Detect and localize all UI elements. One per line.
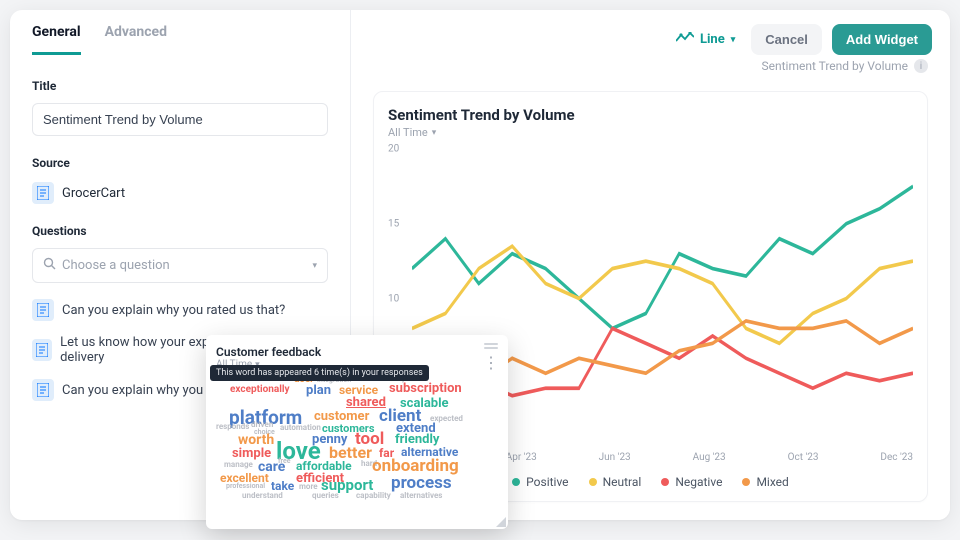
chevron-down-icon: ▾ bbox=[312, 261, 317, 271]
chart-range-label: All Time bbox=[388, 126, 428, 139]
chart-type-label: Line bbox=[700, 32, 725, 47]
preview-header: Line ▾ Cancel Add Widget bbox=[351, 10, 950, 55]
file-icon bbox=[32, 299, 54, 321]
cancel-button[interactable]: Cancel bbox=[751, 24, 822, 55]
chart-range-select[interactable]: All Time ▾ bbox=[388, 126, 913, 139]
title-label: Title bbox=[32, 79, 328, 93]
chevron-down-icon: ▾ bbox=[432, 128, 437, 138]
wordcloud-word[interactable]: automation bbox=[280, 423, 321, 432]
question-placeholder: Choose a question bbox=[62, 258, 170, 273]
chart-title: Sentiment Trend by Volume bbox=[388, 106, 913, 124]
wordcloud-title: Customer feedback bbox=[216, 345, 321, 359]
search-icon bbox=[43, 257, 56, 274]
series-positive bbox=[412, 186, 913, 328]
tab-general[interactable]: General bbox=[32, 24, 81, 55]
y-tick: 10 bbox=[388, 293, 399, 304]
wordcloud-card[interactable]: Customer feedback All Time ▾ ⋮ userinteg… bbox=[206, 335, 508, 529]
add-widget-button[interactable]: Add Widget bbox=[832, 24, 932, 55]
chevron-down-icon: ▾ bbox=[731, 35, 736, 45]
legend-label: Mixed bbox=[756, 475, 788, 489]
wordcloud-word[interactable]: alternatives bbox=[400, 491, 442, 500]
legend-positive: Positive bbox=[512, 475, 568, 489]
wordcloud-word[interactable]: manage bbox=[224, 460, 253, 469]
preview-label-row: Sentiment Trend by Volume i bbox=[351, 55, 950, 73]
x-tick: Aug '23 bbox=[693, 452, 726, 463]
legend-label: Positive bbox=[526, 475, 568, 489]
x-tick: Dec '23 bbox=[880, 452, 913, 463]
question-select[interactable]: Choose a question ▾ bbox=[32, 248, 328, 283]
drag-handle-icon[interactable] bbox=[484, 343, 498, 349]
legend-neutral: Neutral bbox=[589, 475, 642, 489]
wordcloud-word[interactable]: queries bbox=[312, 491, 339, 500]
chart-type-select[interactable]: Line ▾ bbox=[670, 28, 741, 52]
wordcloud-tooltip: This word has appeared 6 time(s) in your… bbox=[210, 365, 429, 381]
wordcloud-word[interactable]: responds bbox=[216, 422, 249, 431]
source-row[interactable]: GrocerCart bbox=[32, 182, 328, 204]
info-icon[interactable]: i bbox=[914, 59, 928, 73]
legend-mixed: Mixed bbox=[742, 475, 788, 489]
wordcloud-word[interactable]: more bbox=[299, 482, 318, 491]
wordcloud-word[interactable]: understand bbox=[242, 491, 283, 500]
x-tick: Jun '23 bbox=[599, 452, 631, 463]
title-input[interactable] bbox=[32, 103, 328, 136]
preview-title-text: Sentiment Trend by Volume bbox=[761, 59, 908, 73]
wordcloud-word[interactable]: plan bbox=[306, 383, 331, 398]
series-neutral bbox=[412, 246, 913, 343]
file-icon bbox=[32, 182, 54, 204]
legend-label: Neutral bbox=[603, 475, 642, 489]
question-text: Can you explain why you rated us that? bbox=[62, 303, 285, 318]
y-tick: 15 bbox=[388, 218, 399, 229]
resize-handle-icon[interactable] bbox=[496, 517, 506, 527]
line-chart-icon bbox=[676, 32, 694, 48]
config-tabs: General Advanced bbox=[10, 10, 350, 55]
file-icon bbox=[32, 339, 52, 361]
x-tick: Oct '23 bbox=[788, 452, 819, 463]
wordcloud-word[interactable]: capability bbox=[356, 491, 391, 500]
source-label: Source bbox=[32, 156, 328, 170]
file-icon bbox=[32, 379, 54, 401]
y-tick: 20 bbox=[388, 144, 399, 155]
wordcloud-body: userintegrationinstantlyexceptionallypla… bbox=[216, 374, 498, 504]
source-name: GrocerCart bbox=[62, 186, 125, 201]
wordcloud-word[interactable]: exceptionally bbox=[230, 384, 290, 395]
wordcloud-word[interactable]: subscription bbox=[389, 381, 462, 396]
tab-advanced[interactable]: Advanced bbox=[105, 24, 167, 55]
questions-label: Questions bbox=[32, 224, 328, 238]
x-tick: Apr '23 bbox=[506, 452, 537, 463]
legend-label: Negative bbox=[675, 475, 722, 489]
question-item[interactable]: Can you explain why you rated us that? bbox=[32, 295, 328, 325]
kebab-menu-icon[interactable]: ⋮ bbox=[483, 353, 498, 372]
wordcloud-word[interactable]: professional bbox=[226, 482, 265, 490]
wordcloud-word[interactable]: process bbox=[391, 473, 452, 493]
legend-negative: Negative bbox=[661, 475, 722, 489]
